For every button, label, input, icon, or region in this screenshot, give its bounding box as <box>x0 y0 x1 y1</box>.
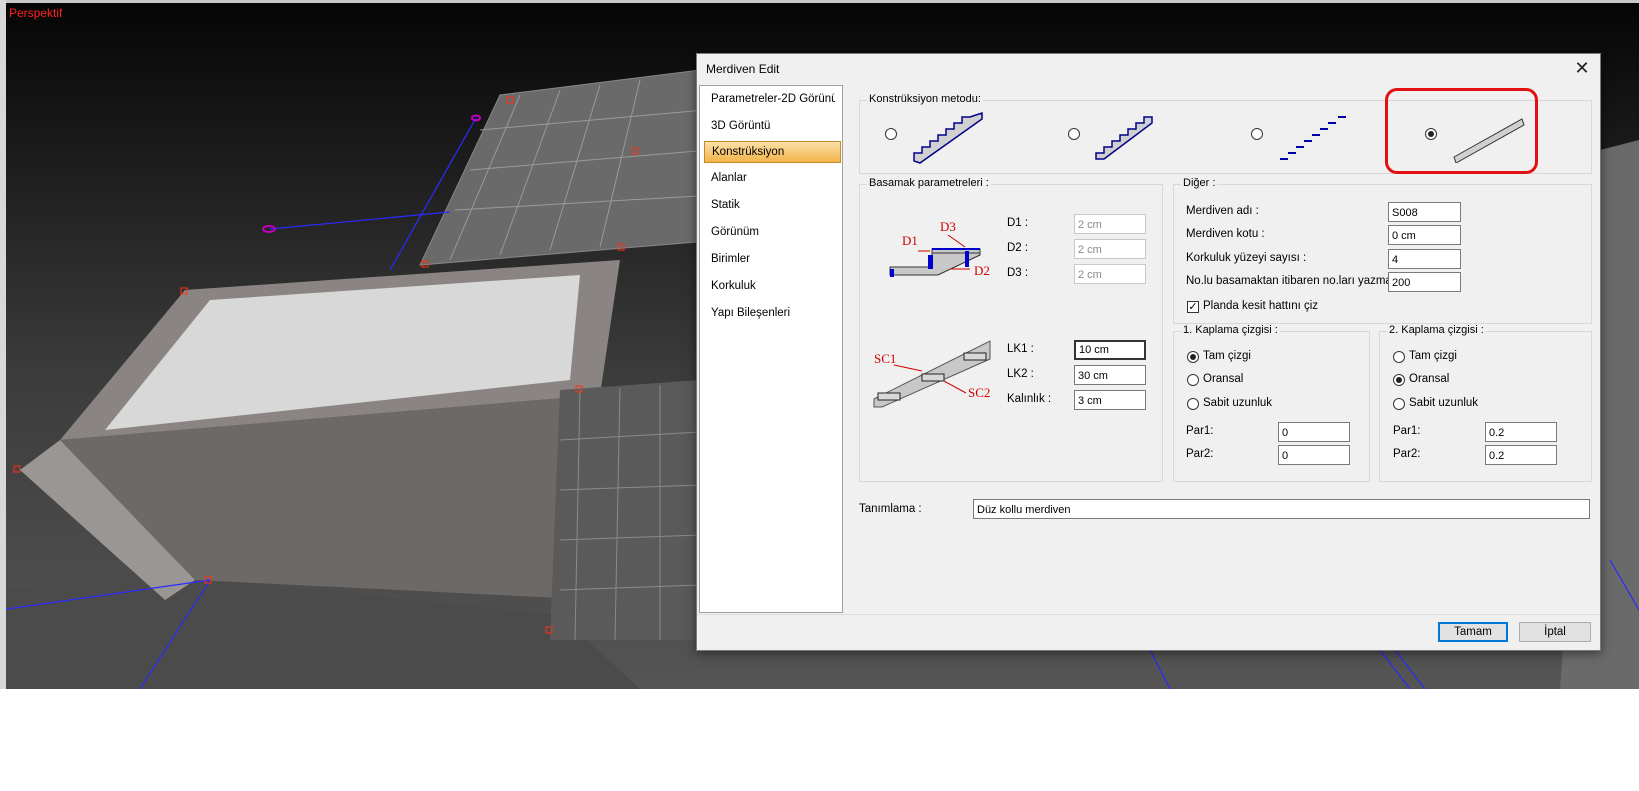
viewport-mode-label: Perspektif <box>9 6 63 20</box>
stair-level-field[interactable]: 0 cm <box>1388 225 1461 245</box>
cover1-par2-field[interactable]: 0 <box>1278 445 1350 465</box>
sc2-marker: SC2 <box>968 385 990 400</box>
nav-item-statik[interactable]: Statik <box>711 195 835 215</box>
stair-name-field[interactable]: S008 <box>1388 202 1461 222</box>
construction-method-group: Konstrüksiyon metodu: <box>859 88 1592 174</box>
section-line-checkbox[interactable]: ✓ <box>1187 301 1199 313</box>
cover2-full-line-radio[interactable] <box>1393 351 1405 363</box>
lk2-field[interactable]: 30 cm <box>1074 365 1146 385</box>
cover2-proportional-radio[interactable] <box>1393 374 1405 386</box>
cover1-full-line-label: Tam çizgi <box>1203 350 1251 362</box>
viewport-left-strip <box>0 0 6 689</box>
construction-method-title: Konstrüksiyon metodu: <box>867 93 983 105</box>
thickness-label: Kalınlık : <box>1007 393 1052 405</box>
cover-line-2-group: 2. Kaplama çizgisi : Tam çizgi Oransal S… <box>1379 324 1592 482</box>
cover2-par2-label: Par2: <box>1393 448 1421 460</box>
cover-line-1-group: 1. Kaplama çizgisi : Tam çizgi Oransal S… <box>1173 324 1370 482</box>
d3-field[interactable]: 2 cm <box>1074 264 1146 284</box>
railing-count-label: Korkuluk yüzeyi sayısı : <box>1186 252 1307 264</box>
cover2-fixed-length-label: Sabit uzunluk <box>1409 397 1479 409</box>
cover1-proportional-label: Oransal <box>1203 373 1244 385</box>
button-bar-divider <box>697 614 1600 615</box>
cancel-button[interactable]: İptal <box>1519 622 1591 642</box>
description-label: Tanımlama : <box>859 503 922 515</box>
cover2-full-line-label: Tam çizgi <box>1409 350 1457 362</box>
nav-item-alanlar[interactable]: Alanlar <box>711 168 835 188</box>
cover1-par1-field[interactable]: 0 <box>1278 422 1350 442</box>
merdiven-edit-dialog: Merdiven Edit ✕ Parametreler-2D Görünüm … <box>696 53 1601 651</box>
lk1-field[interactable]: 10 cm <box>1074 340 1146 360</box>
d3-label: D3 : <box>1007 267 1029 279</box>
nav-item-gorunum[interactable]: Görünüm <box>711 222 835 242</box>
method-2-radio[interactable] <box>1068 128 1080 140</box>
sc1-marker: SC1 <box>874 351 896 366</box>
stair-zigzag-icon <box>1095 116 1153 160</box>
d3-marker: D3 <box>940 219 956 234</box>
d1-label: D1 : <box>1007 217 1029 229</box>
stair-floating-icon <box>1280 116 1346 160</box>
upper-slab <box>419 69 721 266</box>
cover1-par2-label: Par2: <box>1186 448 1214 460</box>
description-field[interactable]: Düz kollu merdiven <box>973 499 1590 519</box>
step-parameters-group: Basamak parametreleri : D1 D3 D2 D1 : 2 … <box>859 177 1163 482</box>
numbering-field[interactable]: 200 <box>1388 272 1461 292</box>
cover2-proportional-label: Oransal <box>1409 373 1450 385</box>
other-title: Diğer : <box>1181 177 1218 189</box>
slab-sc-diagram: SC1 SC2 <box>873 340 991 408</box>
cover2-par1-label: Par1: <box>1393 425 1421 437</box>
method-1-radio[interactable] <box>885 128 897 140</box>
nav-item-korkuluk[interactable]: Korkuluk <box>711 276 835 296</box>
numbering-label: No.lu basamaktan itibaren no.ları yazma … <box>1186 275 1399 287</box>
d1-field[interactable]: 2 cm <box>1074 214 1146 234</box>
nav-item-konstruksiyon[interactable]: Konstrüksiyon <box>704 141 841 163</box>
lk2-label: LK2 : <box>1007 368 1034 380</box>
category-list: Parametreler-2D Görünüm 3D Görüntü Konst… <box>699 85 843 613</box>
selection-highlight <box>1385 88 1538 174</box>
cover2-fixed-length-radio[interactable] <box>1393 398 1405 410</box>
cover1-par1-label: Par1: <box>1186 425 1214 437</box>
step-parameters-title: Basamak parametreleri : <box>867 177 991 189</box>
cover-line-1-title: 1. Kaplama çizgisi : <box>1181 324 1280 336</box>
nav-item-3d-goruntu[interactable]: 3D Görüntü <box>711 116 835 136</box>
stair-level-label: Merdiven kotu : <box>1186 228 1265 240</box>
section-line-label: Planda kesit hattını çiz <box>1203 300 1319 312</box>
lower-block <box>550 380 700 640</box>
nav-item-yapi-bilesenleri[interactable]: Yapı Bileşenleri <box>711 303 835 323</box>
thickness-field[interactable]: 3 cm <box>1074 390 1146 410</box>
lk1-label: LK1 : <box>1007 343 1034 355</box>
cover1-proportional-radio[interactable] <box>1187 374 1199 386</box>
d2-field[interactable]: 2 cm <box>1074 239 1146 259</box>
railing-count-field[interactable]: 4 <box>1388 249 1461 269</box>
stair-name-label: Merdiven adı : <box>1186 205 1259 217</box>
step-d-diagram: D1 D3 D2 <box>889 219 990 278</box>
method-3-radio[interactable] <box>1251 128 1263 140</box>
stair-full-icon <box>913 111 983 164</box>
nav-item-birimler[interactable]: Birimler <box>711 249 835 269</box>
d1-marker: D1 <box>902 233 918 248</box>
nav-item-parametreler[interactable]: Parametreler-2D Görünüm <box>711 89 835 109</box>
close-icon[interactable]: ✕ <box>1570 57 1594 79</box>
other-group: Diğer : Merdiven adı : S008 Merdiven kot… <box>1173 177 1592 324</box>
d2-label: D2 : <box>1007 242 1029 254</box>
dialog-title: Merdiven Edit <box>706 62 780 76</box>
cover1-fixed-length-radio[interactable] <box>1187 398 1199 410</box>
cover1-fixed-length-label: Sabit uzunluk <box>1203 397 1273 409</box>
cover1-full-line-radio[interactable] <box>1187 351 1199 363</box>
cover-line-2-title: 2. Kaplama çizgisi : <box>1387 324 1486 336</box>
cover2-par1-field[interactable]: 0.2 <box>1485 422 1557 442</box>
ok-button[interactable]: Tamam <box>1438 622 1508 642</box>
d2-marker: D2 <box>974 263 990 278</box>
cover2-par2-field[interactable]: 0.2 <box>1485 445 1557 465</box>
